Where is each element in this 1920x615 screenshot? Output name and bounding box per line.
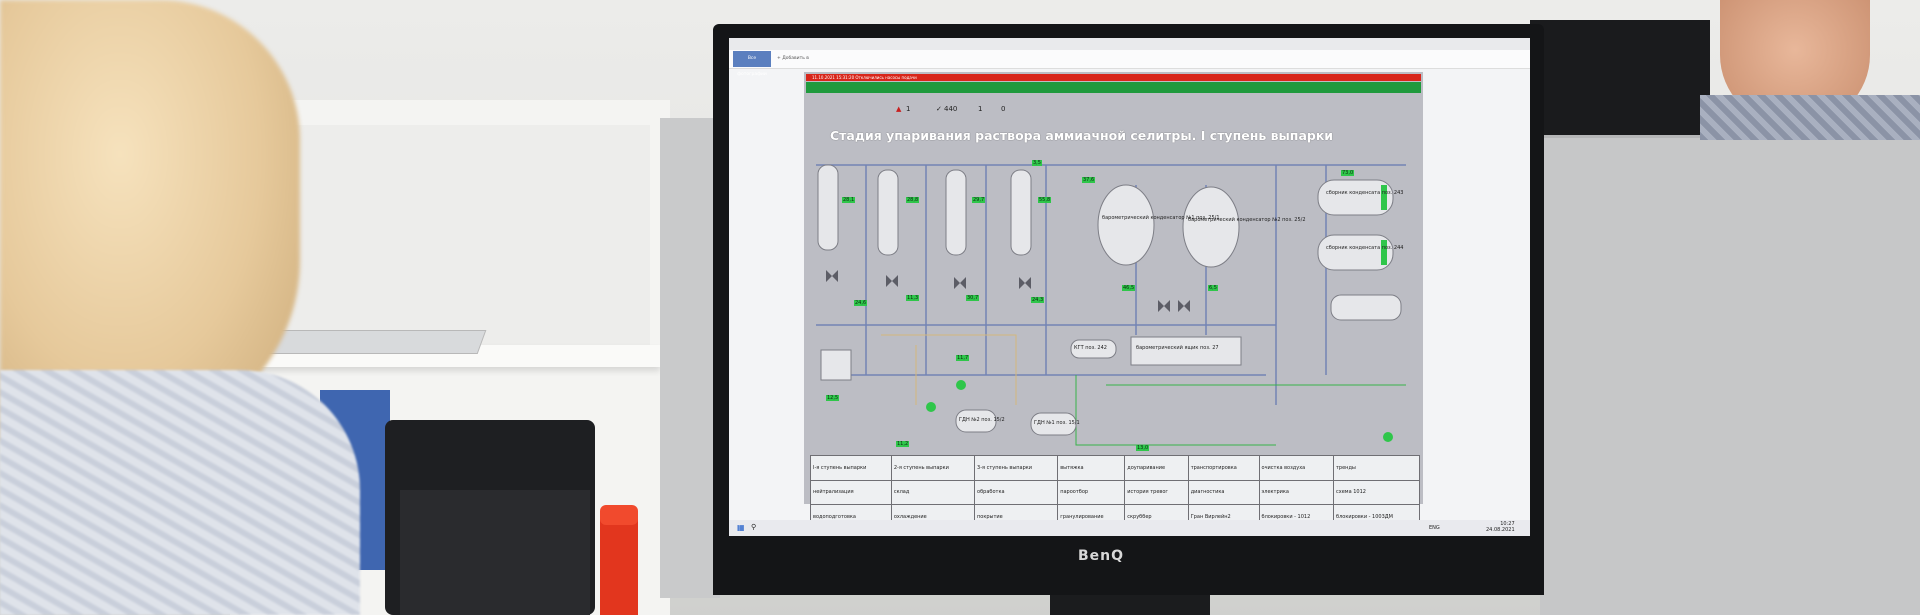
glue-stick xyxy=(600,510,638,615)
app-titlebar xyxy=(729,38,1530,50)
glue-stick-cap xyxy=(600,505,638,525)
man-shirt xyxy=(1700,95,1920,140)
woman-blouse xyxy=(0,370,360,615)
tag-value[interactable]: 6,5 xyxy=(1208,285,1218,291)
organizer-front xyxy=(400,490,590,615)
label-gdn-2[interactable]: ГДН №2 поз. 15/2 xyxy=(959,417,1005,423)
tag-value[interactable]: 30,7 xyxy=(966,295,980,301)
nav-cell[interactable]: схема 1012 xyxy=(1333,479,1420,506)
nav-cell[interactable]: вытяжка xyxy=(1057,455,1126,481)
label-gdn-1[interactable]: ГДН №1 поз. 15/1 xyxy=(1034,420,1080,426)
nav-cell[interactable]: обработка xyxy=(974,479,1059,506)
process-diagram: сборник конденсата поз. 243 сборник конд… xyxy=(806,145,1421,455)
tag-value[interactable]: 24,6 xyxy=(854,300,868,306)
nav-cell[interactable]: диагностика xyxy=(1187,479,1260,506)
windows-start-icon[interactable]: ▦ xyxy=(737,523,745,532)
nav-cell[interactable]: тренды xyxy=(1333,455,1420,481)
nav-cell[interactable]: доупаривание xyxy=(1124,455,1189,481)
nav-cell[interactable]: склад xyxy=(890,479,976,506)
tag-value[interactable]: 28,8 xyxy=(906,197,920,203)
partition-right xyxy=(1540,135,1920,615)
table-row: нейтрализация склад обработка пароотбор … xyxy=(810,479,1420,506)
label-baro-box[interactable]: барометрический ящик поз. 27 xyxy=(1136,345,1219,351)
status-bar xyxy=(806,82,1421,93)
tag-value[interactable]: 28,1 xyxy=(842,197,856,203)
label-collector-244[interactable]: сборник конденсата поз. 244 xyxy=(1326,245,1403,251)
clock-date: 24.08.2021 xyxy=(1486,527,1515,533)
nav-cell[interactable]: I-я ступень выпарки xyxy=(810,455,892,481)
tag-value[interactable]: 73,0 xyxy=(1341,170,1355,176)
tag-value[interactable]: 24,3 xyxy=(1031,297,1045,303)
monitor-stand xyxy=(1050,595,1210,615)
scada-toolbar: ▲ 1 ✓ 440 1 0 xyxy=(806,105,1421,119)
tab-all-photos[interactable]: Все фотографии xyxy=(733,51,771,77)
nav-cell[interactable]: 3-я ступень выпарки xyxy=(974,455,1059,481)
bell-icon[interactable]: ▲ xyxy=(896,105,901,113)
alarm-banner[interactable]: 11.10.2021 15:31:20 Отключились насосы п… xyxy=(806,74,1421,81)
windows-taskbar: ▦ ⚲ ENG xyxy=(729,520,1530,536)
nav-cell[interactable]: транспортировка xyxy=(1187,455,1260,481)
second-monitor xyxy=(1530,20,1710,135)
tag-value[interactable]: 12,5 xyxy=(826,395,840,401)
nav-cell[interactable]: электрика xyxy=(1258,479,1335,506)
monitor-chin xyxy=(713,535,1544,595)
app-tabbar xyxy=(729,50,1530,69)
counter-warnings: 1 xyxy=(978,105,983,113)
tab-add-to[interactable]: + Добавить в xyxy=(777,56,809,61)
counter-off: 0 xyxy=(1001,105,1006,113)
partition-left xyxy=(660,118,720,598)
counter-acked: 440 xyxy=(944,105,958,113)
search-icon[interactable]: ⚲ xyxy=(751,523,756,531)
tag-value[interactable]: 55,8 xyxy=(1038,197,1052,203)
counter-alarms: 1 xyxy=(906,105,911,113)
check-icon[interactable]: ✓ xyxy=(936,105,942,113)
table-row: I-я ступень выпарки 2-я ступень выпарки … xyxy=(810,455,1420,481)
nav-cell[interactable]: нейтрализация xyxy=(810,479,892,506)
tag-value[interactable]: 11,3 xyxy=(906,295,920,301)
monitor-brand: BenQ xyxy=(1078,548,1125,564)
tag-value[interactable]: 11,7 xyxy=(956,355,970,361)
tag-value[interactable]: 46,5 xyxy=(1122,285,1136,291)
label-baro-cond-2[interactable]: барометрический конденсатор №2 поз. 25/2 xyxy=(1188,217,1306,223)
nav-cell[interactable]: пароотбор xyxy=(1057,479,1126,506)
taskbar-clock[interactable]: 10:27 24.08.2021 xyxy=(1486,521,1515,533)
language-indicator[interactable]: ENG xyxy=(1429,525,1440,531)
nav-cell[interactable]: 2-я ступень выпарки xyxy=(890,455,976,481)
tag-value[interactable]: 3,5 xyxy=(1032,160,1042,166)
tag-value[interactable]: 37,6 xyxy=(1082,177,1096,183)
label-kgt[interactable]: КГТ поз. 242 xyxy=(1074,345,1107,351)
shelf-back xyxy=(250,125,650,345)
tag-value[interactable]: 13,0 xyxy=(1136,445,1150,451)
nav-cell[interactable]: история тревог xyxy=(1124,479,1189,506)
scada-title: Стадия упаривания раствора аммиачной сел… xyxy=(830,128,1334,143)
nav-cell[interactable]: очистка воздуха xyxy=(1258,455,1335,481)
tag-value[interactable]: 11,2 xyxy=(896,441,910,447)
label-collector-243[interactable]: сборник конденсата поз. 243 xyxy=(1326,190,1403,196)
tag-value[interactable]: 29,7 xyxy=(972,197,986,203)
navigation-table: I-я ступень выпарки 2-я ступень выпарки … xyxy=(810,455,1420,530)
